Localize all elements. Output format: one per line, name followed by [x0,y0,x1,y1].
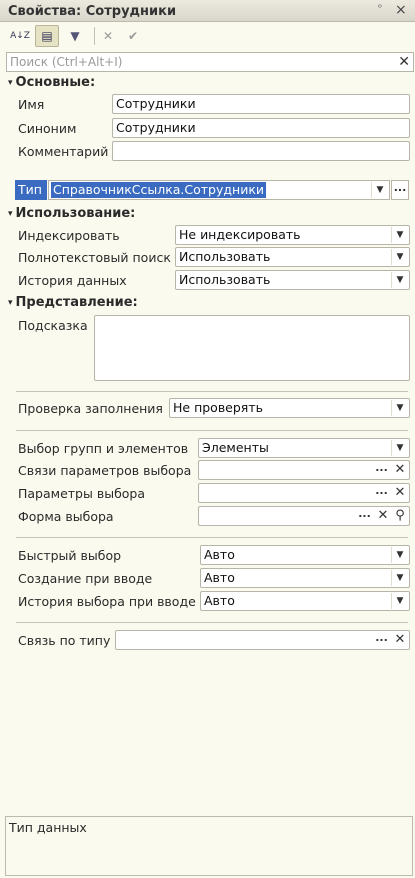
divider [16,537,408,538]
fill-check-value: Не проверять [173,400,263,415]
chevron-down-icon[interactable]: ▼ [391,227,408,243]
sort-alphabetically-icon[interactable]: A↓Z [8,25,32,47]
divider [16,391,408,392]
fulltext-value: Использовать [179,249,271,264]
collapse-triangle-icon[interactable]: ▾ [8,298,13,308]
collapse-triangle-icon[interactable]: ▾ [8,209,13,219]
choice-links-select-button[interactable]: ... [373,462,390,478]
description-text: Тип данных [9,820,87,835]
choice-form-label: Форма выбора [18,509,114,524]
choice-form-select-button[interactable]: ... [356,508,373,524]
section-usage[interactable]: ▾ Использование: [8,206,135,221]
choice-params-select-button[interactable]: ... [373,485,390,501]
divider [16,622,408,623]
search-clear-icon[interactable]: ✕ [398,53,410,71]
choice-history-label: История выбора при вводе [18,594,196,609]
create-on-input-value: Авто [204,570,235,585]
index-value: Не индексировать [179,227,301,242]
choice-history-select[interactable]: Авто ▼ [200,591,410,611]
name-value: Сотрудники [116,96,196,111]
chevron-down-icon[interactable]: ▼ [391,400,408,416]
index-label: Индексировать [18,228,120,243]
synonym-value: Сотрудники [116,120,196,135]
history-select[interactable]: Использовать ▼ [175,270,410,290]
quick-choice-value: Авто [204,547,235,562]
fulltext-select[interactable]: Использовать ▼ [175,247,410,267]
index-select[interactable]: Не индексировать ▼ [175,225,410,245]
name-field[interactable]: Сотрудники [112,94,410,114]
type-link-label: Связь по типу [18,633,111,648]
chevron-down-icon[interactable]: ▼ [391,570,408,586]
title-bar: Свойства: Сотрудники ᵒ × [0,0,415,22]
choice-history-value: Авто [204,593,235,608]
toolbar-divider [94,27,95,45]
fill-check-select[interactable]: Не проверять ▼ [169,398,410,418]
apply-icon[interactable]: ✔ [121,25,145,47]
window-title: Свойства: Сотрудники [8,4,177,19]
comment-field[interactable] [112,141,410,161]
search-box: ✕ [6,52,414,72]
close-icon[interactable]: × [395,2,407,18]
type-dropdown-icon[interactable]: ▼ [371,182,388,198]
clear-icon[interactable]: ✕ [392,632,408,648]
section-presentation-label: Представление: [15,295,138,310]
search-input[interactable] [7,53,387,71]
chevron-down-icon[interactable]: ▼ [391,547,408,563]
choice-form-field[interactable]: ... ✕ ⚲ [198,506,410,526]
collapse-triangle-icon[interactable]: ▾ [8,78,13,88]
chevron-down-icon[interactable]: ▼ [391,249,408,265]
clear-icon[interactable]: ✕ [375,508,391,524]
toolbar: A↓Z ▤ ▼ ✕ ✔ [0,22,415,50]
quick-choice-select[interactable]: Авто ▼ [200,545,410,565]
choice-links-label: Связи параметров выбора [18,463,192,478]
choice-links-field[interactable]: ... ✕ [198,460,410,480]
fill-check-label: Проверка заполнения [18,401,163,416]
pin-icon[interactable]: ᵒ [378,3,382,14]
type-link-select-button[interactable]: ... [373,632,390,648]
choice-groups-value: Элементы [202,440,269,455]
filter-icon[interactable]: ▼ [63,25,87,47]
section-main[interactable]: ▾ Основные: [8,75,95,90]
create-on-input-label: Создание при вводе [18,571,153,586]
synonym-label: Синоним [18,121,77,136]
section-usage-label: Использование: [15,206,136,221]
categories-icon[interactable]: ▤ [35,25,59,47]
choice-params-field[interactable]: ... ✕ [198,483,410,503]
history-label: История данных [18,273,127,288]
type-label: Тип [15,180,47,200]
description-panel: Тип данных [5,816,413,876]
chevron-down-icon[interactable]: ▼ [391,440,408,456]
section-presentation[interactable]: ▾ Представление: [8,295,138,310]
type-link-field[interactable]: ... ✕ [115,630,410,650]
quick-choice-label: Быстрый выбор [18,548,122,563]
type-select-button[interactable]: ... [391,180,409,200]
fulltext-label: Полнотекстовый поиск [18,250,171,265]
history-value: Использовать [179,272,271,287]
clear-icon[interactable]: ✕ [392,485,408,501]
choice-params-label: Параметры выбора [18,486,146,501]
divider [16,430,408,431]
choice-groups-select[interactable]: Элементы ▼ [198,438,410,458]
type-value: СправочникСсылка.Сотрудники [51,182,266,198]
type-field[interactable]: СправочникСсылка.Сотрудники ▼ [48,180,390,200]
create-on-input-select[interactable]: Авто ▼ [200,568,410,588]
comment-label: Комментарий [18,144,109,159]
name-label: Имя [18,97,45,112]
delete-icon[interactable]: ✕ [96,25,120,47]
search-icon[interactable]: ⚲ [392,508,408,524]
chevron-down-icon[interactable]: ▼ [391,272,408,288]
section-main-label: Основные: [15,75,96,90]
synonym-field[interactable]: Сотрудники [112,118,410,138]
hint-textarea[interactable] [94,315,410,381]
hint-label: Подсказка [18,318,88,333]
clear-icon[interactable]: ✕ [392,462,408,478]
chevron-down-icon[interactable]: ▼ [391,593,408,609]
choice-groups-label: Выбор групп и элементов [18,441,189,456]
